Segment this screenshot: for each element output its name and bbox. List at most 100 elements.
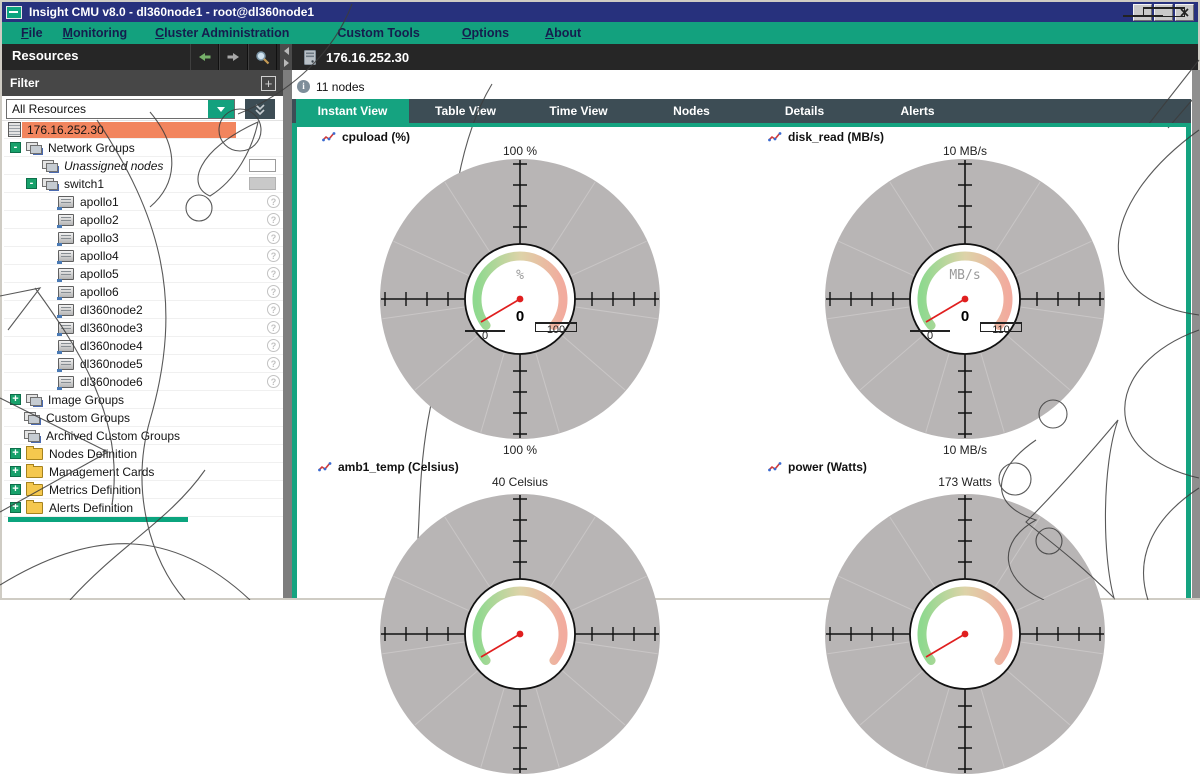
- menu-file[interactable]: File: [12, 24, 52, 42]
- sidebar-scrollbar[interactable]: [283, 70, 292, 598]
- tree-item-host[interactable]: 176.16.252.30: [4, 121, 285, 139]
- tree-item-image-groups[interactable]: + Image Groups: [4, 391, 285, 409]
- tree-item-alerts-definition[interactable]: + Alerts Definition: [4, 499, 285, 517]
- nav-toolbar: [190, 44, 277, 70]
- group-icon: [42, 178, 58, 190]
- resources-panel-title: Resources: [12, 48, 78, 63]
- chevron-down-icon: [217, 107, 225, 112]
- collapse-all-button[interactable]: [245, 99, 275, 119]
- tree-scrollbar-thumb[interactable]: [8, 517, 188, 522]
- maximize-button[interactable]: [1154, 4, 1173, 21]
- tab-instant-view[interactable]: Instant View: [296, 99, 409, 123]
- content-frame-left: [292, 123, 297, 598]
- tree-item-switch1[interactable]: - switch1: [4, 175, 285, 193]
- tree-item-dl360node5[interactable]: dl360node5 ?: [4, 355, 285, 373]
- tree-item-label: Archived Custom Groups: [46, 429, 180, 443]
- tree-item-nodes-definition[interactable]: + Nodes Definition: [4, 445, 285, 463]
- node-icon: [58, 340, 74, 352]
- tree-item-dl360node4[interactable]: dl360node4 ?: [4, 337, 285, 355]
- folder-icon: [26, 448, 43, 460]
- group-icon: [26, 394, 42, 406]
- gauge-power: [823, 492, 1107, 776]
- expand-toggle[interactable]: +: [10, 394, 21, 405]
- forward-arrow-icon: [226, 50, 241, 64]
- menu-options[interactable]: Options: [453, 24, 518, 42]
- tab-alerts[interactable]: Alerts: [861, 99, 974, 123]
- tree-item-label: dl360node3: [80, 321, 143, 335]
- gauge-axis-max-top: 40 Celsius: [450, 475, 590, 489]
- filter-label: Filter: [10, 76, 39, 90]
- tree-item-label: Network Groups: [48, 141, 135, 155]
- tree-item-custom-groups[interactable]: Custom Groups: [4, 409, 285, 427]
- tree-item-dl360node3[interactable]: dl360node3 ?: [4, 319, 285, 337]
- tree-item-label: apollo3: [80, 231, 119, 245]
- gauge-axis-max-top: 100 %: [450, 144, 590, 158]
- node-icon: [58, 196, 74, 208]
- app-icon: [6, 6, 22, 19]
- main-scrollbar[interactable]: [1192, 70, 1200, 598]
- filter-dropdown-button[interactable]: [208, 100, 234, 118]
- tree-item-apollo6[interactable]: apollo6 ?: [4, 283, 285, 301]
- node-count: 11 nodes: [316, 80, 365, 94]
- expand-toggle[interactable]: +: [10, 466, 21, 477]
- status-box: [249, 159, 276, 172]
- expand-toggle[interactable]: +: [10, 484, 21, 495]
- tab-details[interactable]: Details: [748, 99, 861, 123]
- gauge-title-disk-read: disk_read (MB/s): [768, 130, 884, 144]
- expand-toggle[interactable]: +: [10, 502, 21, 513]
- tab-time-view[interactable]: Time View: [522, 99, 635, 123]
- menu-cluster-administration[interactable]: Cluster Administration: [146, 24, 298, 42]
- tab-table-view[interactable]: Table View: [409, 99, 522, 123]
- folder-icon: [26, 466, 43, 478]
- back-arrow-icon: [197, 50, 212, 64]
- forward-button[interactable]: [219, 44, 248, 70]
- tree-item-label: dl360node4: [80, 339, 143, 353]
- status-unknown-icon: ?: [267, 303, 280, 316]
- expand-toggle[interactable]: +: [10, 448, 21, 459]
- tree-item-label: Management Cards: [49, 465, 154, 479]
- titlebar: Insight CMU v8.0 - dl360node1 - root@dl3…: [2, 2, 1198, 22]
- menu-about[interactable]: About: [536, 24, 590, 42]
- resource-filter-select[interactable]: All Resources: [6, 99, 235, 119]
- resource-address: 176.16.252.30: [326, 50, 409, 65]
- collapse-toggle[interactable]: -: [10, 142, 21, 153]
- gauge-scale-min: 0: [910, 330, 950, 332]
- back-button[interactable]: [190, 44, 219, 70]
- maximize-icon: [1143, 7, 1185, 17]
- gauge-axis-max-top: 173 Watts: [895, 475, 1035, 489]
- tree-item-metrics-definition[interactable]: + Metrics Definition: [4, 481, 285, 499]
- status-unknown-icon: ?: [267, 231, 280, 244]
- tree-item-apollo3[interactable]: apollo3 ?: [4, 229, 285, 247]
- menu-monitoring[interactable]: Monitoring: [54, 24, 137, 42]
- tree-item-unassigned-nodes[interactable]: Unassigned nodes: [4, 157, 285, 175]
- menu-custom-tools[interactable]: Custom Tools: [328, 24, 428, 42]
- gauge-dial: [823, 492, 1107, 776]
- tree-item-apollo1[interactable]: apollo1 ?: [4, 193, 285, 211]
- gauge-title-cpuload: cpuload (%): [322, 130, 410, 144]
- tree-item-apollo5[interactable]: apollo5 ?: [4, 265, 285, 283]
- tree-item-network-groups[interactable]: - Network Groups: [4, 139, 285, 157]
- gauge-scale-min: 0: [465, 330, 505, 332]
- tree-item-dl360node2[interactable]: dl360node2 ?: [4, 301, 285, 319]
- tree-item-label: Alerts Definition: [49, 501, 133, 515]
- status-unknown-icon: ?: [267, 375, 280, 388]
- metric-chart-icon: [768, 131, 782, 143]
- tree-item-apollo4[interactable]: apollo4 ?: [4, 247, 285, 265]
- tree-item-dl360node6[interactable]: dl360node6 ?: [4, 373, 285, 391]
- folder-icon: [26, 484, 43, 496]
- collapse-toggle[interactable]: -: [26, 178, 37, 189]
- tree-item-management-cards[interactable]: + Management Cards: [4, 463, 285, 481]
- add-filter-button[interactable]: +: [261, 76, 276, 91]
- double-chevron-down-icon: [252, 102, 268, 117]
- gauge-dial: [378, 492, 662, 776]
- tree-item-apollo2[interactable]: apollo2 ?: [4, 211, 285, 229]
- search-button[interactable]: [248, 44, 277, 70]
- tab-nodes[interactable]: Nodes: [635, 99, 748, 123]
- tree-item-archived-custom-groups[interactable]: Archived Custom Groups: [4, 427, 285, 445]
- node-icon: [58, 214, 74, 226]
- tree-item-label: Nodes Definition: [49, 447, 137, 461]
- tree-item-label: Custom Groups: [46, 411, 130, 425]
- view-tabbar: Instant View Table View Time View Nodes …: [292, 99, 1191, 123]
- panel-splitter[interactable]: [280, 44, 292, 70]
- window-title: Insight CMU v8.0 - dl360node1 - root@dl3…: [29, 5, 314, 19]
